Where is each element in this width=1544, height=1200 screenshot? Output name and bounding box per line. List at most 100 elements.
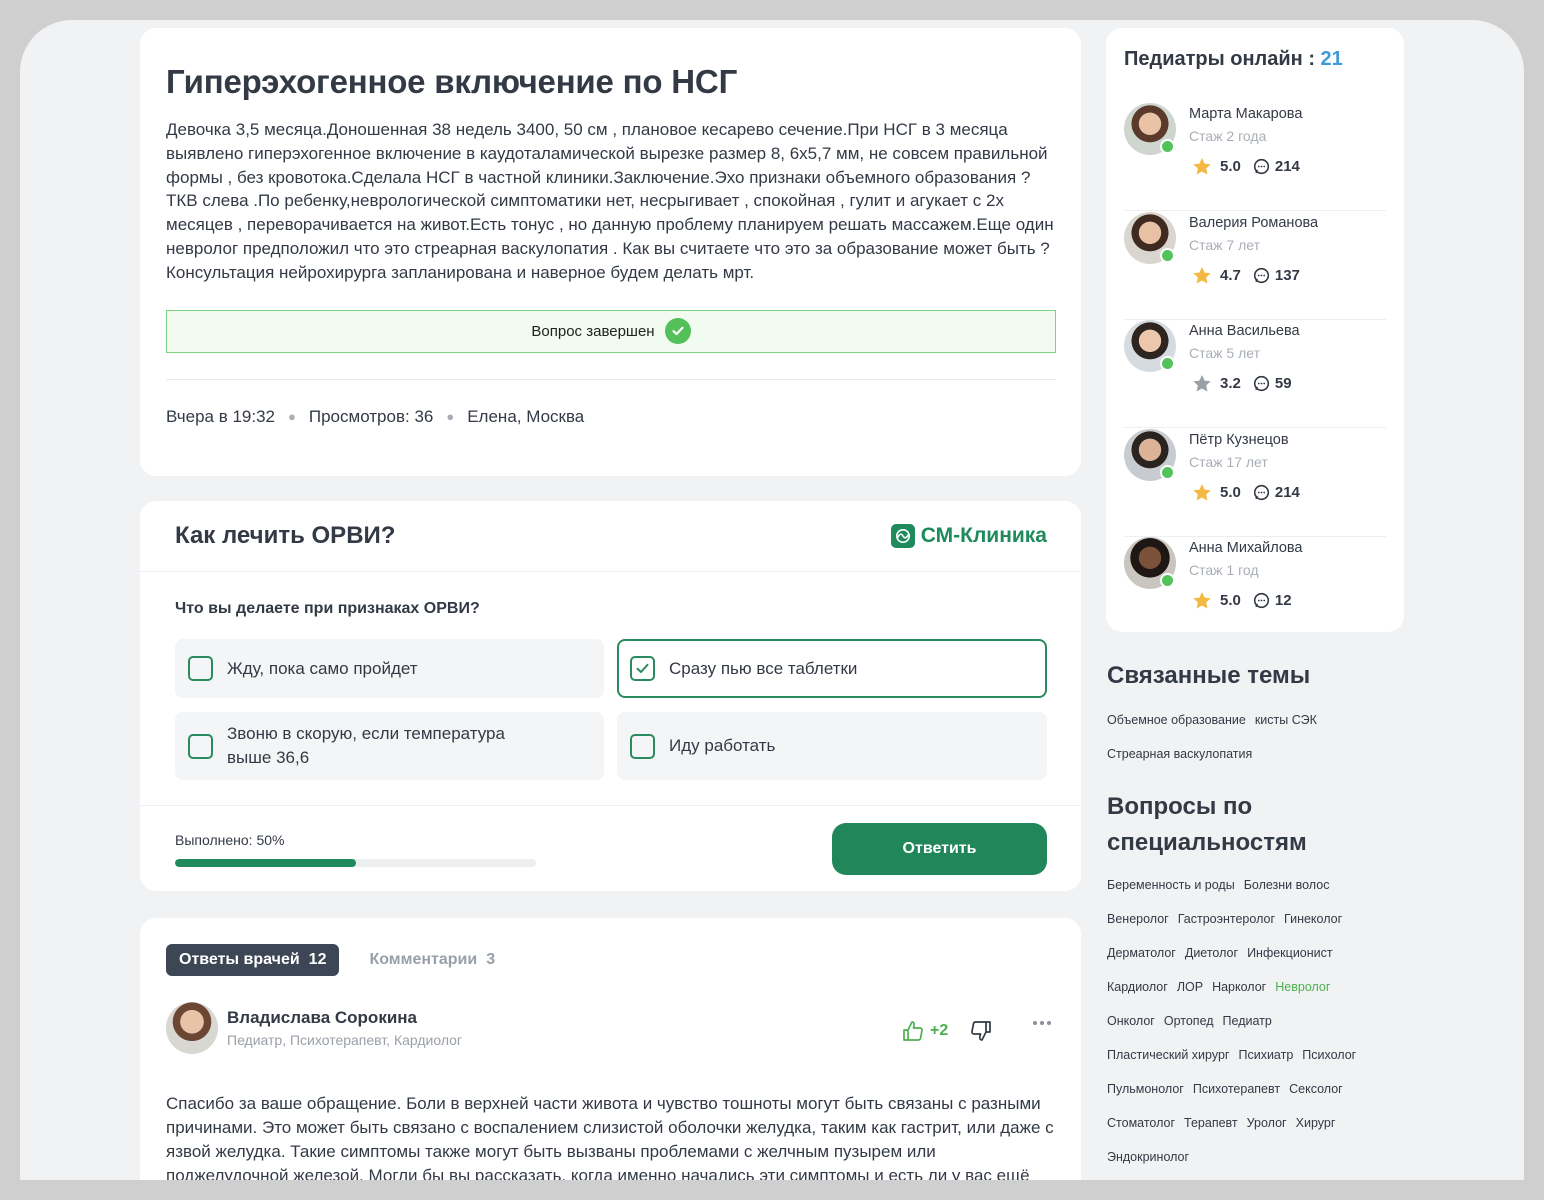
progress-label: Выполнено: 50% [175,832,285,848]
specialty-tag[interactable]: Терапевт [1184,1116,1238,1130]
specialty-tag[interactable]: Эндокринолог [1107,1150,1189,1164]
poll-option-label: Жду, пока само пройдет [227,658,418,678]
comment-icon [1253,375,1269,392]
progress-fill [175,859,356,867]
doctor-name[interactable]: Марта Макарова [1189,106,1302,122]
poll-title: Как лечить ОРВИ? [175,522,396,549]
poll-option-label: Звоню в скорую, если температура выше 36… [227,724,505,767]
specialty-tag[interactable]: Стоматолог [1107,1116,1175,1130]
specialty-tag[interactable]: Гастроэнтеролог [1178,912,1275,926]
answer-text: Спасибо за ваше обращение. Боли в верхне… [166,1094,1054,1180]
like-count: +2 [930,1022,949,1039]
progress-bar [175,859,536,867]
specialty-tag[interactable]: Гинеколог [1284,912,1342,926]
doctor-rating: 3.2 [1220,375,1241,392]
doctor-item[interactable]: Анна Васильева Стаж 5 лет 3.2 59 [1124,320,1386,428]
related-tag[interactable]: Объемное образование [1107,713,1246,727]
specialty-tag[interactable]: Хирург [1296,1116,1336,1130]
doctor-name[interactable]: Пётр Кузнецов [1189,432,1289,448]
checkbox-icon[interactable] [188,733,213,759]
specialty-tag[interactable]: Психолог [1302,1048,1356,1062]
question-views: Просмотров: 36 [308,406,434,426]
poll-header: Как лечить ОРВИ? СМ-Клиника [140,501,1081,572]
question-time: Вчера в 19:32 [166,406,276,426]
brand-name: СМ-Клиника [920,524,1047,547]
comment-icon [1253,158,1269,175]
specialty-tag[interactable]: Онколог [1107,1014,1155,1028]
checkbox-icon[interactable] [630,733,655,759]
specialties-title-line: специальностям [1107,829,1307,856]
tab-comments[interactable]: Комментарии 3 [369,944,495,976]
like-button[interactable]: +2 [902,1020,948,1042]
specialty-tag[interactable]: Пульмонолог [1107,1082,1184,1096]
divider [140,805,1081,806]
doctor-reviews: 214 [1274,483,1300,501]
question-body: Девочка 3,5 месяца.Доношенная 38 недель … [166,120,1054,282]
specialty-tag[interactable]: Нарколог [1212,980,1266,994]
more-options-button[interactable] [1032,1020,1052,1026]
author-name[interactable]: Владислава Сорокина [227,1008,462,1028]
poll-option-3[interactable]: Звоню в скорую, если температура выше 36… [175,712,604,780]
clinic-logo-icon [890,524,915,548]
doctor-name[interactable]: Валерия Романова [1189,215,1318,231]
comment-icon [1253,267,1269,283]
dot-separator: ● [446,409,455,425]
question-meta: Вчера в 19:32 ● Просмотров: 36 ● Елена, … [166,407,1055,427]
doctor-item[interactable]: Валерия Романова Стаж 7 лет 4.7 137 [1124,211,1386,320]
related-tag[interactable]: кисты СЭК [1255,713,1317,727]
related-tag[interactable]: Стреарная васкулопатия [1107,747,1252,761]
specialty-tag[interactable]: Болезни волос [1244,878,1330,892]
doctor-item[interactable]: Пётр Кузнецов Стаж 17 лет 5.0 214 [1124,428,1386,537]
checkbox-icon[interactable] [188,656,213,681]
specialty-tag[interactable]: Пластический хирург [1107,1048,1229,1062]
doctor-name[interactable]: Анна Михайлова [1189,540,1303,556]
poll-option-2[interactable]: Сразу пью все таблетки [617,639,1047,698]
star-icon [1193,158,1211,175]
doctor-reviews: 214 [1274,158,1300,175]
answer-author[interactable]: Владислава Сорокина Педиатр, Психотерапе… [166,1002,462,1054]
doctor-reviews: 12 [1274,592,1292,609]
specialty-tag[interactable]: Кардиолог [1107,980,1168,994]
specialty-tag[interactable]: Сексолог [1289,1082,1343,1096]
doctor-item[interactable]: Марта Макарова Стаж 2 года 5.0 214 [1124,103,1386,211]
question-status-label: Вопрос завершен [531,322,655,340]
doctor-experience: Стаж 7 лет [1189,236,1260,253]
specialty-tag[interactable]: Уролог [1247,1116,1287,1130]
poll-card: Как лечить ОРВИ? СМ-Клиника Что вы делае… [140,501,1081,891]
specialty-tag[interactable]: Психотерапевт [1193,1082,1280,1096]
doctor-name[interactable]: Анна Васильева [1189,323,1300,339]
poll-option-4[interactable]: Иду работать [617,712,1047,780]
specialty-tag[interactable]: ЛОР [1177,980,1203,994]
device-frame: Гиперэхогенное включение по НСГ Девочка … [0,0,1544,1200]
brand-logo[interactable]: СМ-Клиника [890,524,1047,548]
online-doctors-card: Педиатры онлайн : 21 Марта Макарова Стаж … [1106,28,1404,632]
doctor-rating: 5.0 [1220,483,1241,501]
tab-label: Ответы врачей [179,951,300,968]
doctor-stats: 5.0 12 [1192,591,1292,610]
specialty-tag[interactable]: Беременность и роды [1107,878,1235,892]
page-viewport: Гиперэхогенное включение по НСГ Девочка … [20,20,1524,1180]
question-author[interactable]: Елена, Москва [467,407,584,427]
doctor-experience: Стаж 5 лет [1189,345,1260,361]
doctor-experience: Стаж 1 год [1189,562,1259,578]
specialty-tag[interactable]: Венеролог [1107,912,1169,926]
dislike-button[interactable] [970,1020,992,1042]
specialty-tag[interactable]: Дерматолог [1107,946,1176,960]
specialty-tag[interactable]: Психиатр [1238,1048,1293,1062]
specialty-tag[interactable]: Инфекционист [1247,946,1333,960]
author-specialties: Педиатр, Психотерапевт, Кардиолог [227,1032,463,1048]
answer-button[interactable]: Ответить [832,823,1047,875]
poll-option-1[interactable]: Жду, пока само пройдет [175,639,604,698]
specialty-tag[interactable]: Диетолог [1185,946,1238,960]
specialty-tag[interactable]: Невролог [1275,980,1330,994]
specialty-tag[interactable]: Педиатр [1223,1014,1272,1028]
avatar[interactable] [166,1002,218,1054]
doctor-rating: 4.7 [1220,266,1241,284]
checkbox-checked-icon[interactable] [630,656,655,681]
thumbs-up-icon [903,1021,923,1041]
specialties-title: Вопросы по специальностям [1107,789,1307,861]
answers-tabs: Ответы врачей 12 Комментарии 3 [166,944,495,976]
tab-doctor-answers[interactable]: Ответы врачей 12 [166,944,340,976]
specialty-tag[interactable]: Ортопед [1164,1014,1214,1028]
doctor-item[interactable]: Анна Михайлова Стаж 1 год 5.0 12 [1124,537,1386,645]
